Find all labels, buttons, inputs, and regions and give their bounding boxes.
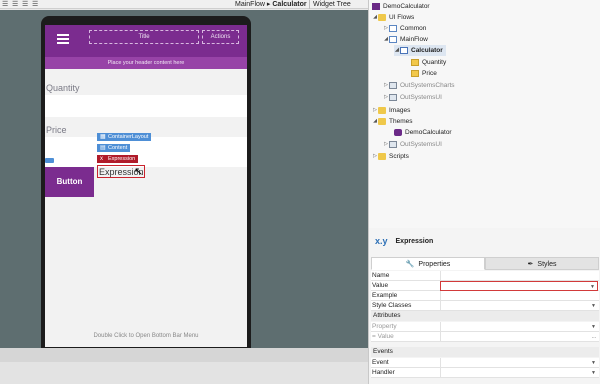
dropdown-arrow-icon[interactable]: ▼ bbox=[591, 368, 596, 378]
breadcrumb-parent[interactable]: MainFlow bbox=[235, 1, 265, 8]
expression-type-icon: x.y bbox=[375, 236, 388, 246]
property-row-name[interactable]: Name bbox=[371, 271, 599, 281]
hamburger-menu-icon[interactable] bbox=[57, 34, 69, 44]
properties-header: x.y Expression bbox=[375, 236, 433, 246]
header-actions-placeholder[interactable]: Actions bbox=[202, 30, 239, 44]
tree-item-charts[interactable]: ▷ OutSystemsCharts bbox=[383, 80, 455, 91]
container-layout-chip[interactable]: ▦ ContainerLayout bbox=[97, 133, 152, 141]
align-center-icon[interactable]: ☰ bbox=[12, 1, 19, 8]
property-row-style-classes[interactable]: Style Classes ▼ bbox=[371, 301, 599, 311]
attr-property-field[interactable]: ▼ bbox=[440, 322, 598, 332]
tree-item-theme-osui[interactable]: ▷ OutSystemsUI bbox=[383, 139, 442, 150]
folder-icon bbox=[378, 153, 386, 160]
properties-tabs: 🔧 Properties ✒ Styles bbox=[371, 257, 599, 270]
event-field[interactable]: ▼ bbox=[440, 358, 598, 368]
ellipsis-button[interactable]: ... bbox=[592, 332, 596, 342]
property-row-attr-value[interactable]: = Value ... bbox=[371, 332, 599, 342]
module-icon bbox=[389, 94, 397, 101]
tree-item-osui[interactable]: ▷ OutSystemsUI bbox=[383, 92, 442, 103]
content-chip[interactable]: ▤ Content bbox=[97, 144, 131, 152]
tree-item-mainflow[interactable]: ◢ MainFlow bbox=[383, 34, 428, 45]
variable-icon bbox=[411, 70, 419, 77]
elements-tree: DemoCalculator ◢ UI Flows ▷ Common ◢ MainFl… bbox=[368, 0, 600, 228]
theme-module-icon bbox=[389, 141, 397, 148]
dropdown-arrow-icon[interactable]: ▼ bbox=[591, 358, 596, 368]
app-header[interactable]: Title Actions bbox=[45, 25, 247, 57]
quantity-label[interactable]: Quantity bbox=[46, 83, 80, 93]
tree-item-calculator[interactable]: ◢ Calculator bbox=[394, 45, 446, 56]
chart-module-icon bbox=[389, 82, 397, 89]
theme-icon bbox=[394, 129, 402, 136]
flow-icon bbox=[389, 25, 397, 32]
app-icon bbox=[372, 3, 380, 10]
design-canvas[interactable]: Title Actions Place your header content … bbox=[0, 10, 368, 348]
events-section: Events bbox=[371, 347, 599, 357]
tab-properties[interactable]: 🔧 Properties bbox=[371, 257, 485, 270]
example-field[interactable] bbox=[440, 291, 598, 301]
value-field[interactable]: ▼ bbox=[440, 281, 598, 291]
breadcrumb: MainFlow ▸ Calculator bbox=[235, 0, 307, 9]
expression-marker-icon bbox=[45, 158, 54, 163]
property-row-event[interactable]: Event ▼ bbox=[371, 358, 599, 368]
status-bar bbox=[0, 362, 368, 384]
brush-icon: ✒ bbox=[527, 261, 534, 268]
tree-item-app[interactable]: DemoCalculator bbox=[372, 1, 430, 12]
header-content-placeholder[interactable]: Place your header content here bbox=[45, 57, 247, 69]
folder-icon bbox=[378, 14, 386, 21]
app-button[interactable]: Button bbox=[45, 167, 94, 197]
property-row-handler[interactable]: Handler ▼ bbox=[371, 368, 599, 378]
folder-icon bbox=[378, 107, 386, 114]
tree-item-scripts[interactable]: ▷ Scripts bbox=[372, 151, 409, 162]
tree-item-price[interactable]: Price bbox=[411, 68, 437, 79]
price-input[interactable] bbox=[45, 137, 247, 167]
price-label[interactable]: Price bbox=[46, 125, 67, 135]
property-row-attr-property[interactable]: Property ▼ bbox=[371, 322, 599, 332]
tree-item-themes[interactable]: ◢ Themes bbox=[372, 116, 412, 127]
name-field[interactable] bbox=[440, 271, 598, 281]
folder-icon bbox=[378, 118, 386, 125]
align-left-icon[interactable]: ☰ bbox=[2, 1, 9, 8]
phone-frame: Title Actions Place your header content … bbox=[41, 16, 251, 348]
quantity-input[interactable] bbox=[45, 95, 247, 117]
content-icon: ▤ bbox=[100, 145, 106, 151]
dropdown-arrow-icon[interactable]: ▼ bbox=[591, 322, 596, 332]
properties-panel: x.y Expression 🔧 Properties ✒ Styles Name … bbox=[368, 228, 600, 384]
expression-chip[interactable]: x Expression bbox=[97, 155, 139, 163]
canvas-horizontal-scrollbar[interactable] bbox=[0, 348, 368, 362]
mouse-cursor-icon: ↖ bbox=[134, 166, 144, 178]
justify-icon[interactable]: ☰ bbox=[32, 1, 39, 8]
align-right-icon[interactable]: ☰ bbox=[22, 1, 29, 8]
tab-styles[interactable]: ✒ Styles bbox=[485, 257, 599, 270]
screen-icon bbox=[400, 47, 408, 54]
style-classes-field[interactable]: ▼ bbox=[440, 301, 598, 311]
breadcrumb-separator: ▸ bbox=[266, 1, 271, 8]
expression-chip-icon: x bbox=[100, 156, 103, 162]
handler-field[interactable]: ▼ bbox=[440, 368, 598, 378]
tree-item-images[interactable]: ▷ Images bbox=[372, 105, 410, 116]
property-row-example[interactable]: Example bbox=[371, 291, 599, 301]
wrench-icon: 🔧 bbox=[405, 261, 415, 268]
breadcrumb-current: Calculator bbox=[272, 1, 307, 8]
property-row-value[interactable]: Value ▼ bbox=[371, 281, 599, 291]
tree-item-ui-flows[interactable]: ◢ UI Flows bbox=[372, 12, 414, 23]
attr-value-field[interactable]: ... bbox=[440, 332, 598, 342]
app-screen[interactable]: Title Actions Place your header content … bbox=[45, 25, 247, 347]
header-title-placeholder[interactable]: Title bbox=[89, 30, 199, 44]
tree-item-common[interactable]: ▷ Common bbox=[383, 23, 426, 34]
flow-icon bbox=[389, 36, 397, 43]
selected-element-title: Expression bbox=[395, 237, 434, 245]
variable-icon bbox=[411, 59, 419, 66]
canvas-toolbar: ☰ ☰ ☰ ☰ MainFlow ▸ Calculator Widget Tre… bbox=[0, 0, 368, 9]
tree-item-theme-demo[interactable]: DemoCalculator bbox=[394, 127, 452, 138]
widget-tree-tab[interactable]: Widget Tree bbox=[309, 0, 351, 9]
bottom-bar-hint[interactable]: Double Click to Open Bottom Bar Menu bbox=[45, 333, 247, 339]
tree-item-quantity[interactable]: Quantity bbox=[411, 57, 446, 68]
attributes-section: Attributes bbox=[371, 311, 599, 321]
dropdown-arrow-icon[interactable]: ▼ bbox=[591, 301, 596, 311]
container-icon: ▦ bbox=[100, 134, 106, 140]
